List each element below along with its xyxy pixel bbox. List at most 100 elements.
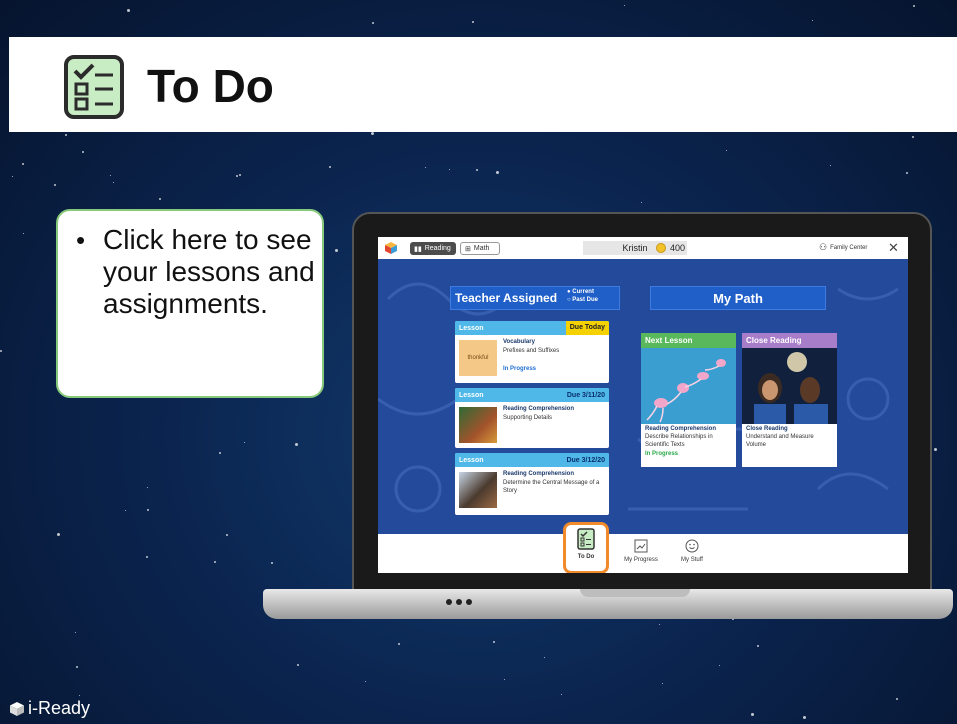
star: [398, 643, 400, 645]
nav-my-progress-label: My Progress: [624, 557, 658, 563]
star: [757, 645, 759, 647]
slide-title: To Do: [147, 60, 274, 112]
star: [830, 165, 831, 166]
bullet-icon: •: [76, 225, 86, 255]
lesson-status: In Progress: [503, 366, 537, 372]
coin-balance: 400: [656, 241, 714, 255]
star: [493, 641, 495, 643]
checklist-icon: [64, 55, 124, 119]
nav-my-stuff-label: My Stuff: [681, 557, 703, 563]
lesson-card-header: Lesson Due 3/11/20: [455, 388, 609, 402]
next-lesson-card[interactable]: Next Lesson Reading Comprehension Descri…: [641, 333, 736, 467]
chart-icon: [634, 539, 648, 553]
star: [214, 561, 216, 563]
star: [113, 182, 114, 183]
nav-my-progress[interactable]: My Progress: [616, 539, 666, 563]
star: [146, 556, 148, 558]
teacher-assigned-button[interactable]: Teacher Assigned ● Current ○ Past Due: [450, 286, 620, 310]
lesson-title: Reading Comprehension: [503, 406, 575, 412]
iready-logo-icon: [10, 701, 24, 716]
due-date: Due 3/11/20: [566, 391, 605, 399]
callout-text: Click here to see your lessons and assig…: [103, 224, 315, 319]
tab-math[interactable]: ⊞ Math: [460, 242, 500, 255]
close-icon[interactable]: ✕: [888, 240, 899, 256]
laptop-indicator-dots: [446, 599, 472, 605]
checklist-icon: [577, 528, 595, 550]
tab-reading[interactable]: ▮▮ Reading: [410, 242, 456, 255]
star: [496, 171, 499, 174]
math-icon: ⊞: [465, 245, 471, 253]
lesson-card[interactable]: Lesson Due 3/11/20 Reading Comprehension…: [455, 388, 609, 448]
lesson-title: Reading Comprehension: [503, 471, 575, 477]
star: [244, 442, 245, 443]
path-card-title: Reading Comprehension: [645, 426, 717, 432]
nav-my-stuff[interactable]: My Stuff: [667, 539, 717, 563]
lesson-card[interactable]: Lesson Due Today thonkful Vocabulary Pre…: [455, 321, 609, 383]
tab-reading-label: Reading: [424, 245, 451, 252]
star: [159, 198, 161, 200]
lesson-subtitle: Prefixes and Suffixes: [503, 348, 560, 354]
iready-logo-icon: [385, 242, 397, 254]
lesson-card-header: Lesson Due 3/12/20: [455, 453, 609, 467]
star: [504, 679, 505, 680]
star: [12, 176, 13, 177]
family-center-link[interactable]: ⚇ Family Center: [819, 242, 867, 253]
lesson-label: Lesson: [459, 456, 484, 464]
tab-math-label: Math: [473, 245, 490, 252]
path-card-header: Close Reading: [742, 333, 837, 348]
lesson-thumbnail: [459, 407, 497, 443]
star: [662, 683, 663, 684]
book-icon: ▮▮: [414, 245, 422, 253]
jellyfish-illustration: [641, 348, 736, 424]
star: [82, 151, 84, 153]
coin-icon: [656, 243, 666, 253]
due-legend: ● Current ○ Past Due: [567, 288, 598, 304]
due-badge: Due Today: [565, 321, 609, 335]
nav-to-do[interactable]: To Do: [561, 528, 611, 560]
lesson-title: Vocabulary: [503, 339, 535, 345]
star: [641, 202, 642, 203]
star: [219, 452, 221, 454]
star: [76, 666, 78, 668]
star: [57, 533, 60, 536]
star: [425, 167, 426, 168]
star: [365, 681, 366, 682]
family-center-label: Family Center: [830, 244, 868, 251]
instruction-callout: • Click here to see your lessons and ass…: [56, 209, 324, 398]
lesson-card[interactable]: Lesson Due 3/12/20 Reading Comprehension…: [455, 453, 609, 515]
lesson-label: Lesson: [459, 391, 484, 399]
star: [906, 172, 908, 174]
star: [271, 562, 273, 564]
coin-count: 400: [670, 243, 686, 253]
star: [812, 20, 813, 21]
star: [659, 624, 660, 625]
star: [79, 695, 80, 696]
app-top-bar: ▮▮ Reading ⊞ Math Kristin 400 ⚇ Family C…: [378, 237, 908, 259]
star: [449, 169, 450, 170]
path-card-subtitle: Describe Relationships in Scientific Tex…: [645, 434, 713, 448]
star: [335, 249, 338, 252]
due-date: Due 3/12/20: [566, 456, 605, 464]
star: [934, 448, 937, 451]
legend-past-due: ○ Past Due: [567, 297, 598, 303]
star: [544, 657, 545, 658]
star: [896, 698, 898, 700]
vocabulary-thumbnail: thonkful: [459, 340, 497, 376]
iready-brand: i-Ready: [10, 698, 90, 719]
star: [65, 134, 67, 136]
close-reading-card[interactable]: Close Reading Close Reading Understand a…: [742, 333, 837, 467]
path-card-header: Next Lesson: [641, 333, 736, 348]
star: [295, 443, 298, 446]
star: [472, 21, 474, 23]
lesson-subtitle: Supporting Details: [503, 415, 553, 421]
star: [236, 175, 238, 177]
star: [0, 350, 2, 352]
teacher-assigned-label: Teacher Assigned: [455, 291, 558, 305]
star: [561, 694, 562, 695]
star: [22, 163, 24, 165]
star: [719, 665, 720, 666]
star: [726, 150, 727, 151]
star: [54, 184, 56, 186]
my-path-button[interactable]: My Path: [650, 286, 826, 310]
star: [372, 22, 374, 24]
